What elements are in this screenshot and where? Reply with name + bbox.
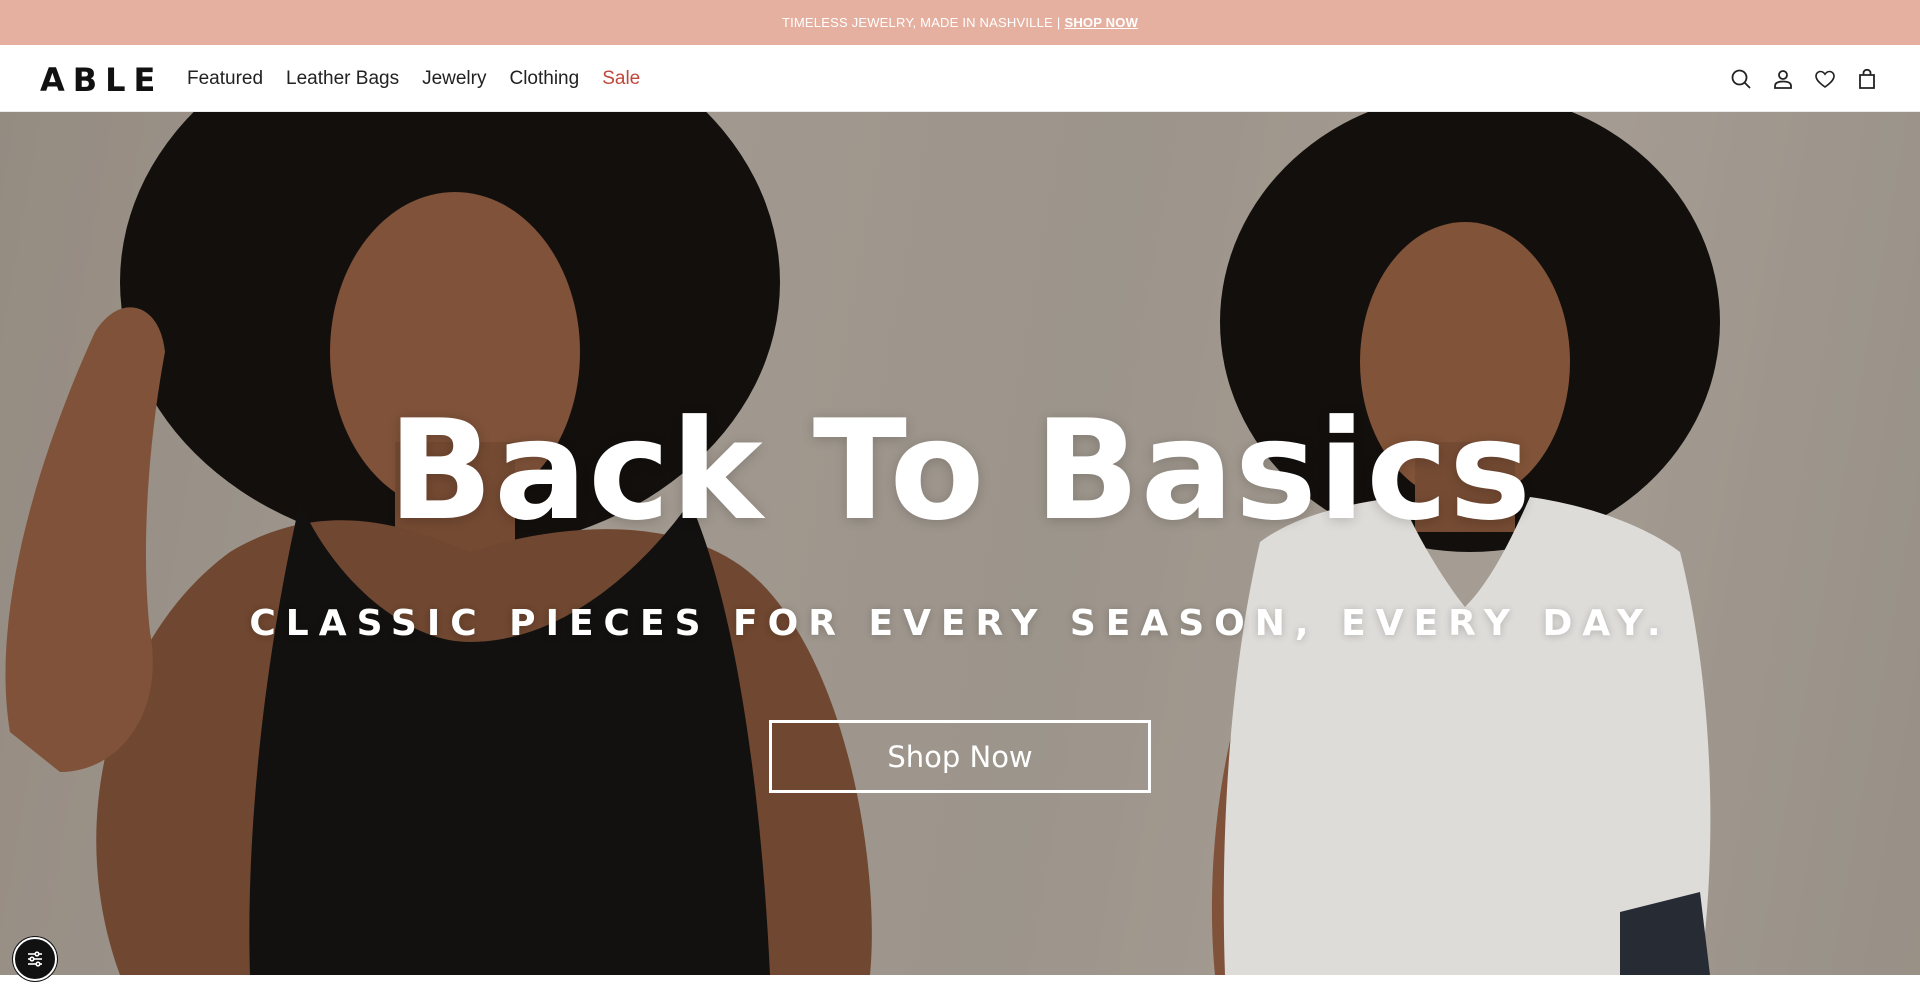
logo[interactable]: ABLE (40, 61, 163, 99)
cart-bag-icon[interactable] (1854, 66, 1880, 92)
announcement-separator: | (1056, 15, 1061, 30)
hero-content: Back To Basics CLASSIC PIECES FOR EVERY … (0, 112, 1920, 975)
search-icon[interactable] (1728, 66, 1754, 92)
announcement-shop-now-link[interactable]: SHOP NOW (1064, 15, 1138, 30)
page-bottom-edge (0, 975, 1920, 993)
hero-subtitle: CLASSIC PIECES FOR EVERY SEASON, EVERY D… (249, 603, 1671, 644)
nav-item-leather-bags[interactable]: Leather Bags (286, 68, 399, 90)
accessibility-widget-button[interactable] (13, 937, 57, 981)
main-nav: Featured Leather Bags Jewelry Clothing S… (187, 45, 663, 112)
announcement-text: TIMELESS JEWELRY, MADE IN NASHVILLE (781, 15, 1053, 30)
header-icons (1712, 45, 1880, 112)
shop-now-button[interactable]: Shop Now (769, 720, 1151, 793)
nav-item-clothing[interactable]: Clothing (509, 68, 579, 90)
nav-item-jewelry[interactable]: Jewelry (422, 68, 486, 90)
site-header: ABLE Featured Leather Bags Jewelry Cloth… (0, 45, 1920, 112)
wishlist-heart-icon[interactable] (1812, 66, 1838, 92)
hero-banner: Back To Basics CLASSIC PIECES FOR EVERY … (0, 112, 1920, 975)
nav-item-featured[interactable]: Featured (187, 68, 263, 90)
nav-item-sale[interactable]: Sale (602, 68, 640, 90)
accessibility-settings-icon (28, 951, 42, 967)
hero-title: Back To Basics (387, 390, 1533, 551)
account-icon[interactable] (1770, 66, 1796, 92)
announcement-bar: TIMELESS JEWELRY, MADE IN NASHVILLE | SH… (0, 0, 1920, 45)
